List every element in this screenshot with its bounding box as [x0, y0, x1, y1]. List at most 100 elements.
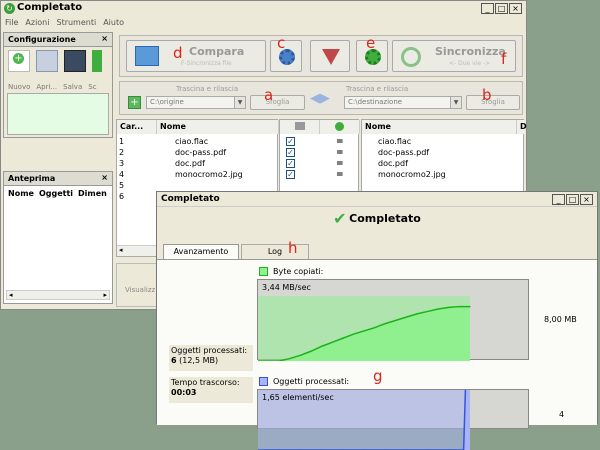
dialog-minimize-button[interactable]: _	[552, 194, 565, 205]
right-folder-path: C:\destinazione	[348, 98, 403, 106]
new-config-icon[interactable]: +	[8, 50, 30, 72]
data-point	[416, 313, 418, 315]
data-point	[363, 330, 365, 332]
row-number: 6	[119, 192, 125, 201]
middle-col-checkbox[interactable]	[280, 120, 320, 134]
sync-sub: <- Due vie ->	[449, 60, 491, 67]
right-col-d[interactable]: D	[517, 120, 527, 134]
sync-config-icon[interactable]	[92, 50, 102, 72]
minimize-button[interactable]: _	[481, 3, 494, 14]
data-point	[342, 337, 344, 339]
data-point	[310, 350, 312, 352]
row-checkbox[interactable]: ✓	[286, 170, 295, 179]
main-title: Completato	[17, 2, 83, 13]
data-point	[374, 327, 376, 329]
middle-col-sync[interactable]	[320, 120, 360, 134]
dialog-title-bar: Completato _ □ ×	[157, 192, 597, 207]
scroll-right-icon[interactable]: ▸	[103, 291, 107, 299]
add-folder-icon[interactable]: +	[128, 96, 141, 109]
left-file-name[interactable]: monocromo2.jpg	[175, 169, 243, 181]
check-mark-icon: ✔	[333, 209, 347, 228]
maximize-button[interactable]: □	[495, 3, 508, 14]
annotation-f: f	[501, 50, 507, 68]
scroll-left-icon[interactable]: ◂	[9, 291, 13, 299]
annotation-h: h	[288, 239, 298, 257]
annotation-c: c	[277, 34, 286, 52]
tool-sc-label: Sc	[88, 83, 97, 91]
data-point	[384, 323, 386, 325]
preview-col-size[interactable]: Dimen	[78, 189, 107, 198]
right-file-name[interactable]: monocromo2.jpg	[378, 169, 446, 181]
compare-button[interactable]: Compara F-Sincronizza file	[126, 40, 266, 72]
items-rate: 1,65 elementi/sec	[262, 393, 334, 402]
sync-direction-icon	[335, 122, 344, 131]
close-button[interactable]: ×	[509, 3, 522, 14]
right-dropdown-icon[interactable]: ▼	[450, 97, 461, 108]
filter-button[interactable]	[310, 40, 350, 72]
left-col-name[interactable]: Nome	[157, 120, 279, 134]
data-point	[448, 306, 450, 308]
sync-button[interactable]: Sincronizza <- Due vie ->	[392, 40, 516, 72]
annotation-a: a	[264, 86, 274, 104]
folder-bar: + Trascina e rilascia C:\origine ▼ Sfogl…	[119, 81, 523, 115]
tab-content: Byte copiati: 3,44 MB/sec 8,00 MB Oggett…	[157, 259, 597, 450]
status-left-label: Visualizz	[125, 286, 156, 294]
row-checkbox[interactable]: ✓	[286, 148, 295, 157]
bytes-legend-swatch	[259, 267, 268, 276]
items-legend: Oggetti processati:	[273, 377, 350, 386]
completed-dialog: Completato _ □ × ✔ Completato Avanzament…	[156, 191, 598, 450]
config-panel-title: Configurazione	[8, 35, 76, 44]
dialog-title: Completato	[161, 194, 220, 204]
bytes-rate: 3,44 MB/sec	[262, 283, 311, 292]
left-dropdown-icon[interactable]: ▼	[234, 97, 245, 108]
menu-azioni[interactable]: Azioni	[25, 18, 49, 27]
data-point	[299, 354, 301, 356]
right-folder-combo[interactable]: C:\destinazione ▼	[344, 96, 462, 109]
row-checkbox[interactable]: ✓	[286, 137, 295, 146]
preview-scrollbar[interactable]: ◂ ▸	[6, 290, 110, 300]
left-folder-hint: Trascina e rilascia	[176, 85, 239, 93]
dialog-close-button[interactable]: ×	[580, 194, 593, 205]
left-folder-combo[interactable]: C:\origine ▼	[146, 96, 246, 109]
preview-col-name[interactable]: Nome	[8, 189, 34, 198]
config-close-icon[interactable]: ×	[101, 34, 108, 43]
equal-icon[interactable]: =	[336, 170, 344, 180]
right-browse-button[interactable]: Sfoglia	[466, 95, 520, 110]
tab-log[interactable]: Log	[241, 244, 309, 259]
tool-save-label: Salva	[63, 83, 83, 91]
dialog-maximize-button[interactable]: □	[566, 194, 579, 205]
right-col-name[interactable]: Nome	[362, 120, 517, 134]
camera-icon	[294, 122, 305, 130]
left-col-category[interactable]: Car...	[117, 120, 157, 134]
preview-panel: Anteprima × Nome Oggetti Dimen ◂ ▸	[3, 171, 113, 304]
sync-label: Sincronizza	[435, 45, 506, 58]
left-folder-path: C:\origine	[150, 98, 184, 106]
processed-size: (12,5 MB)	[179, 356, 219, 365]
equal-icon[interactable]: =	[336, 137, 344, 147]
preview-close-icon[interactable]: ×	[101, 173, 108, 182]
tab-progress[interactable]: Avanzamento	[163, 244, 239, 260]
items-max-label: 4	[559, 410, 565, 419]
open-config-icon[interactable]	[36, 50, 58, 72]
data-point	[458, 305, 460, 308]
menu-file[interactable]: File	[5, 18, 18, 27]
preview-col-items[interactable]: Oggetti	[39, 189, 73, 198]
equal-icon[interactable]: =	[336, 159, 344, 169]
bytes-chart: 3,44 MB/sec	[257, 279, 529, 361]
menu-strumenti[interactable]: Strumenti	[56, 18, 96, 27]
save-config-icon[interactable]	[64, 50, 86, 72]
menu-aiuto[interactable]: Aiuto	[103, 18, 124, 27]
data-point	[352, 333, 354, 335]
swap-sides-icon[interactable]: ◀▶	[310, 90, 332, 108]
bytes-legend: Byte copiati:	[273, 267, 324, 276]
compare-settings-button[interactable]	[270, 40, 302, 72]
row-checkbox[interactable]: ✓	[286, 159, 295, 168]
config-list[interactable]	[7, 93, 109, 135]
grid-scroll-left-icon[interactable]: ◂	[119, 246, 123, 254]
left-browse-button[interactable]: Sfoglia	[250, 95, 305, 110]
equal-icon[interactable]: =	[336, 148, 344, 158]
data-point	[289, 357, 291, 360]
data-point	[469, 305, 471, 308]
annotation-g: g	[373, 367, 383, 385]
config-panel-header: Configurazione ×	[4, 33, 112, 47]
